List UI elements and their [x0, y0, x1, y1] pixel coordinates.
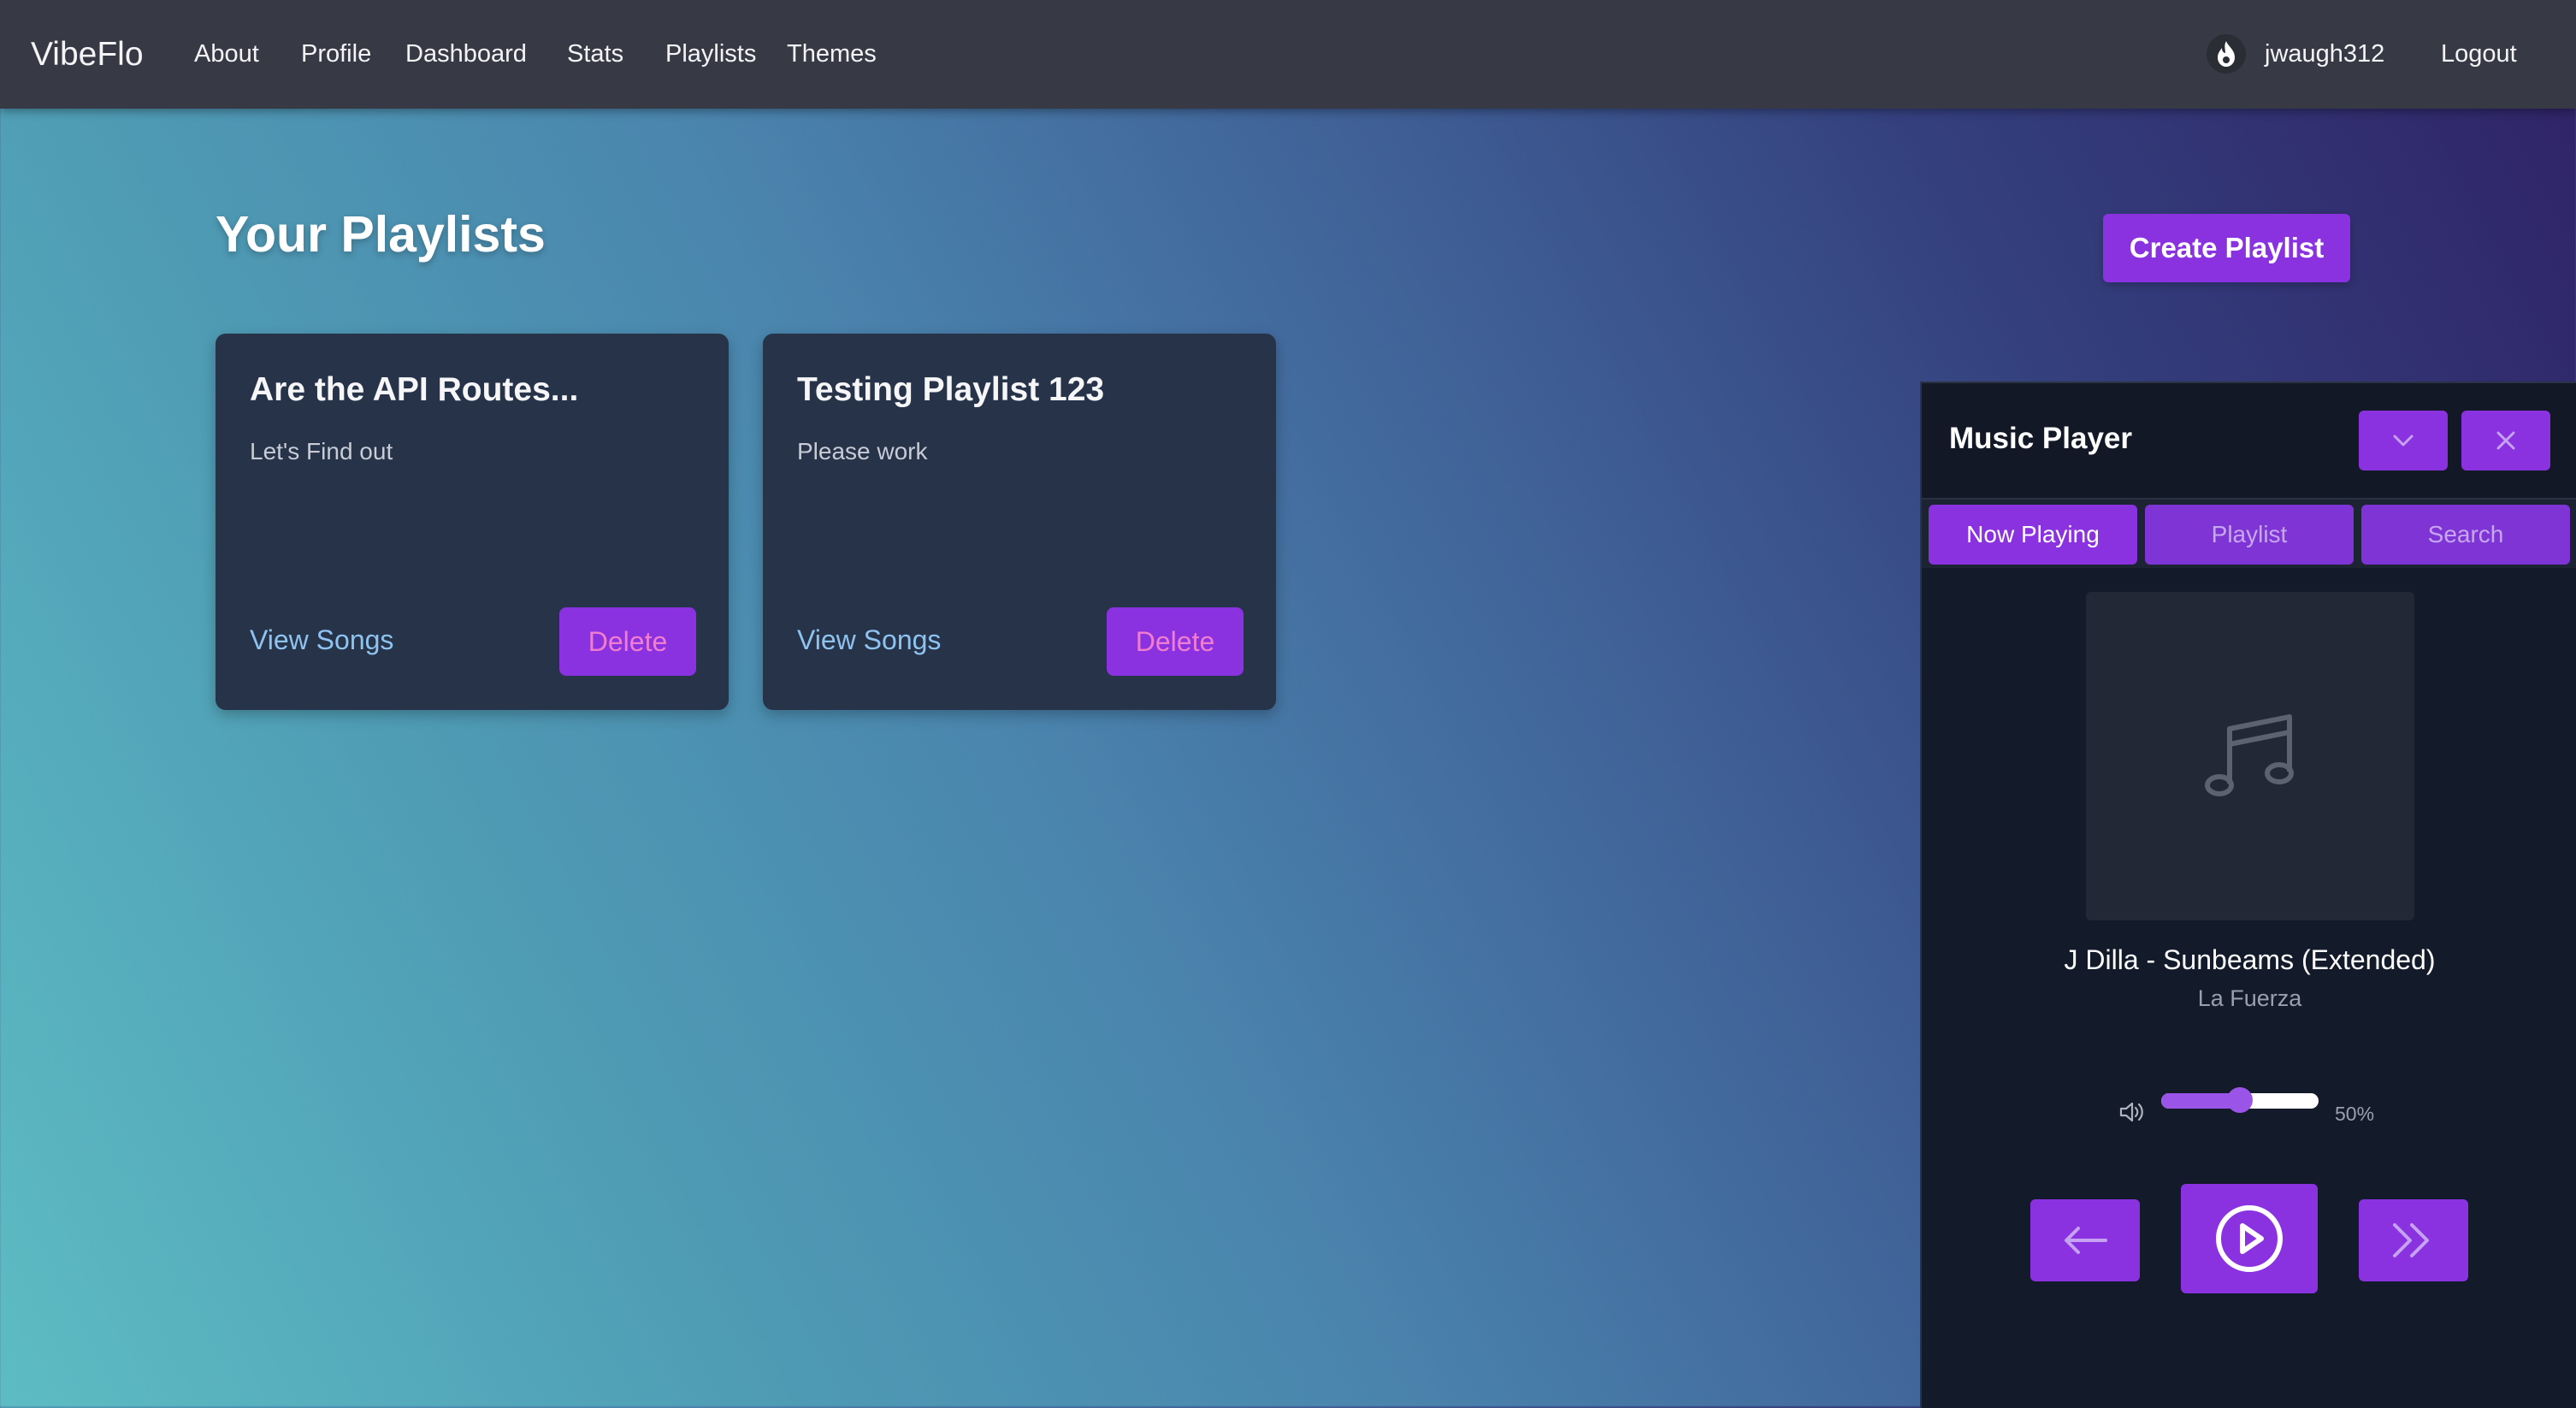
tab-now-playing[interactable]: Now Playing — [1929, 505, 2137, 565]
playlist-card: Testing Playlist 123 Please work View So… — [763, 334, 1276, 710]
close-player-button[interactable] — [2461, 411, 2550, 470]
play-button[interactable] — [2181, 1184, 2318, 1293]
music-player-panel: Music Player Now Playing Playlist Search… — [1920, 382, 2576, 1408]
minimize-player-button[interactable] — [2359, 411, 2448, 470]
close-icon — [2496, 431, 2515, 450]
volume-slider-thumb[interactable] — [2227, 1087, 2253, 1113]
song-artist: La Fuerza — [2197, 985, 2302, 1011]
delete-playlist-button[interactable]: Delete — [559, 607, 696, 676]
double-chevron-right-icon — [2393, 1223, 2429, 1257]
chevron-down-icon — [2393, 435, 2414, 447]
arrow-left-icon — [2065, 1227, 2107, 1254]
nav-link-themes[interactable]: Themes — [787, 0, 877, 109]
playlist-title: Are the API Routes... — [250, 371, 579, 408]
brand-logo[interactable]: VibeFlo — [31, 0, 144, 109]
create-playlist-button[interactable]: Create Playlist — [2103, 214, 2350, 282]
playlist-title: Testing Playlist 123 — [797, 371, 1105, 408]
nav-link-playlists[interactable]: Playlists — [665, 0, 756, 109]
nav-link-dashboard[interactable]: Dashboard — [405, 0, 527, 109]
navbar: VibeFlo About Profile Dashboard Stats Pl… — [0, 0, 2576, 109]
nav-link-stats[interactable]: Stats — [567, 0, 623, 109]
speaker-icon — [2119, 1102, 2143, 1122]
album-art — [2086, 592, 2414, 920]
player-tabs: Now Playing Playlist Search — [1922, 500, 2576, 568]
playlist-card: Are the API Routes... Let's Find out Vie… — [216, 334, 729, 710]
view-songs-link[interactable]: View Songs — [797, 624, 941, 656]
nav-link-about[interactable]: About — [194, 0, 259, 109]
play-circle-icon — [2216, 1205, 2283, 1272]
music-note-icon — [2205, 714, 2294, 796]
next-button[interactable] — [2359, 1199, 2468, 1281]
logout-button[interactable]: Logout — [2441, 0, 2517, 109]
previous-button[interactable] — [2030, 1199, 2140, 1281]
user-avatar-icon[interactable] — [2207, 34, 2246, 74]
tab-search[interactable]: Search — [2361, 505, 2570, 565]
nav-link-profile[interactable]: Profile — [301, 0, 371, 109]
tab-playlist[interactable]: Playlist — [2145, 505, 2354, 565]
playlist-description: Please work — [797, 438, 928, 464]
music-player-title: Music Player — [1949, 422, 2132, 455]
volume-percent: 50% — [2335, 1103, 2375, 1125]
delete-playlist-button[interactable]: Delete — [1107, 607, 1244, 676]
page-title: Your Playlists — [216, 206, 546, 263]
view-songs-link[interactable]: View Songs — [250, 624, 393, 656]
music-player-header: Music Player — [1922, 383, 2576, 500]
username-label[interactable]: jwaugh312 — [2265, 0, 2384, 109]
song-title: J Dilla - Sunbeams (Extended) — [2064, 944, 2436, 975]
playlist-description: Let's Find out — [250, 438, 393, 464]
